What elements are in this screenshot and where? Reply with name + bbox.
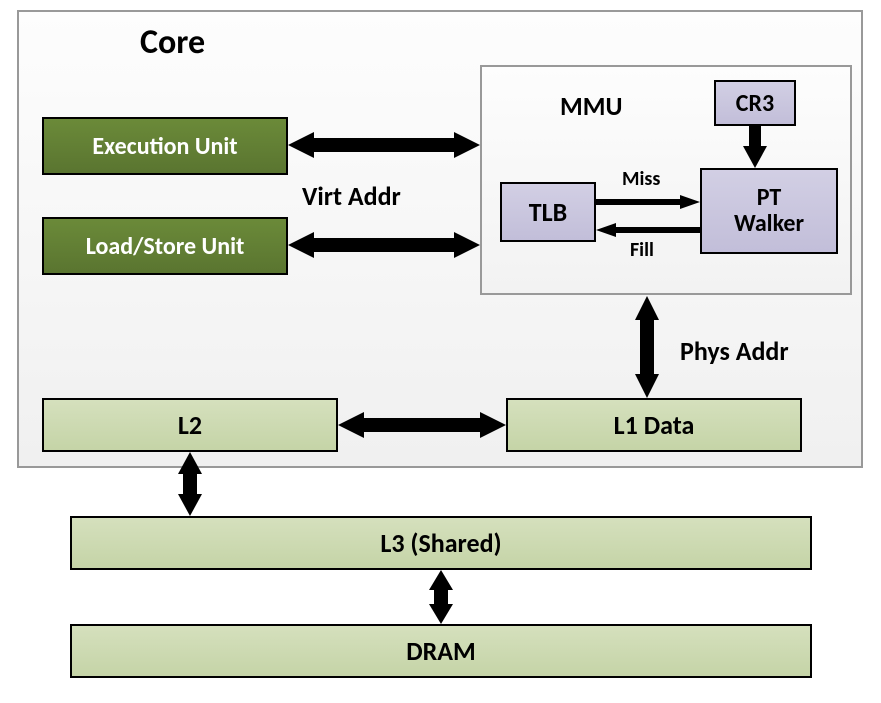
dram-box: DRAM (70, 624, 812, 678)
execution-unit-box: Execution Unit (42, 117, 288, 175)
tlb-label: TLB (529, 196, 567, 228)
dram-label: DRAM (406, 635, 476, 667)
l2-box: L2 (42, 398, 338, 452)
cr3-label: CR3 (736, 89, 774, 118)
core-title: Core (140, 22, 205, 63)
miss-label: Miss (622, 167, 660, 191)
virtaddr-label: Virt Addr (302, 180, 401, 212)
arrow-exec-mmu (288, 130, 480, 160)
arrow-l2-l1 (338, 410, 506, 440)
arrow-mmu-l1 (632, 296, 662, 398)
arrow-miss (596, 194, 700, 210)
loadstore-unit-label: Load/Store Unit (86, 232, 245, 261)
ptwalker-box: PT Walker (700, 168, 838, 254)
arrow-fill (596, 222, 700, 238)
arrow-cr3-ptwalker (740, 126, 770, 168)
loadstore-unit-box: Load/Store Unit (42, 217, 288, 275)
l1data-label: L1 Data (614, 409, 695, 441)
l3-label: L3 (Shared) (380, 527, 501, 559)
l3-box: L3 (Shared) (70, 516, 812, 570)
l2-label: L2 (178, 409, 202, 441)
arrow-loadstore-mmu (288, 230, 480, 260)
cr3-box: CR3 (714, 80, 796, 126)
arrow-l2-l3 (175, 452, 205, 516)
l1data-box: L1 Data (506, 398, 802, 452)
execution-unit-label: Execution Unit (92, 132, 237, 161)
ptwalker-label: PT Walker (734, 185, 804, 238)
physaddr-label: Phys Addr (680, 335, 789, 367)
arrow-l3-dram (426, 570, 456, 624)
fill-label: Fill (630, 238, 654, 262)
tlb-box: TLB (500, 182, 596, 242)
mmu-title: MMU (560, 90, 622, 122)
